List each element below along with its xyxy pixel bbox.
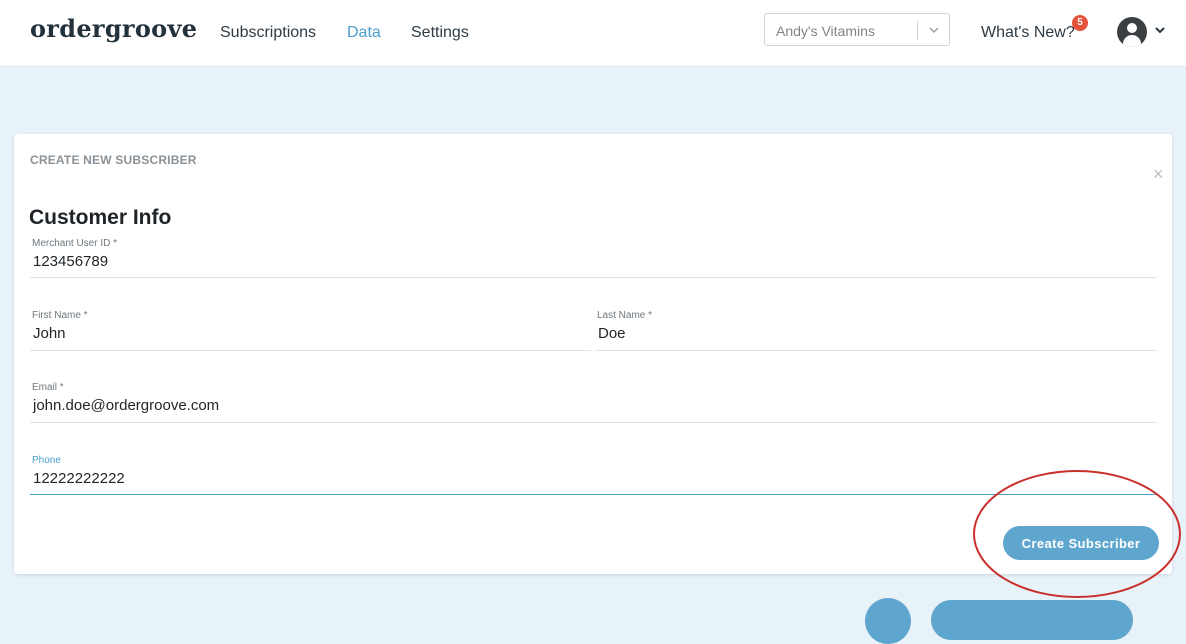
merchant-user-id-label: Merchant User ID * — [32, 238, 118, 249]
last-name-value[interactable]: Doe — [598, 325, 626, 342]
store-selector-value: Andy's Vitamins — [776, 23, 875, 39]
nav-data[interactable]: Data — [347, 24, 381, 42]
store-selector-divider — [917, 21, 918, 40]
ordergroove-logo[interactable]: ordergroove — [30, 14, 197, 43]
first-name-value[interactable]: John — [33, 325, 66, 342]
last-name-field[interactable]: Last Name * Doe — [595, 310, 1157, 351]
merchant-user-id-underline — [30, 277, 1157, 278]
floating-pill-button[interactable] — [931, 600, 1133, 640]
floating-round-button[interactable] — [865, 598, 911, 644]
store-selector[interactable]: Andy's Vitamins — [764, 13, 950, 46]
account-menu-chevron-icon[interactable] — [1154, 24, 1166, 39]
email-field[interactable]: Email * john.doe@ordergroove.com — [30, 382, 1157, 423]
last-name-label: Last Name * — [597, 310, 653, 321]
last-name-underline — [595, 350, 1157, 351]
panel-title: CREATE NEW SUBSCRIBER — [30, 153, 197, 167]
avatar-head-shape — [1127, 23, 1137, 33]
first-name-underline — [30, 350, 591, 351]
phone-value[interactable]: 12222222222 — [33, 470, 125, 487]
email-underline — [30, 422, 1157, 423]
avatar-body-shape — [1123, 35, 1141, 47]
top-navigation-bar: ordergroove Subscriptions Data Settings … — [0, 0, 1186, 67]
first-name-label: First Name * — [32, 310, 88, 321]
close-icon[interactable]: × — [1153, 164, 1164, 185]
merchant-user-id-value[interactable]: 123456789 — [33, 253, 108, 270]
email-value[interactable]: john.doe@ordergroove.com — [33, 397, 219, 414]
user-avatar-icon[interactable] — [1117, 17, 1147, 47]
annotation-highlight-ring — [973, 470, 1181, 598]
first-name-field[interactable]: First Name * John — [30, 310, 591, 351]
merchant-user-id-field[interactable]: Merchant User ID * 123456789 — [30, 238, 1157, 278]
nav-subscriptions[interactable]: Subscriptions — [220, 24, 316, 42]
notification-badge: 5 — [1072, 15, 1088, 31]
email-label: Email * — [32, 382, 64, 393]
whats-new-link[interactable]: What's New? — [981, 24, 1075, 42]
nav-settings[interactable]: Settings — [411, 24, 469, 42]
chevron-down-icon[interactable] — [928, 21, 940, 42]
customer-info-heading: Customer Info — [29, 206, 172, 229]
phone-label: Phone — [32, 455, 61, 466]
